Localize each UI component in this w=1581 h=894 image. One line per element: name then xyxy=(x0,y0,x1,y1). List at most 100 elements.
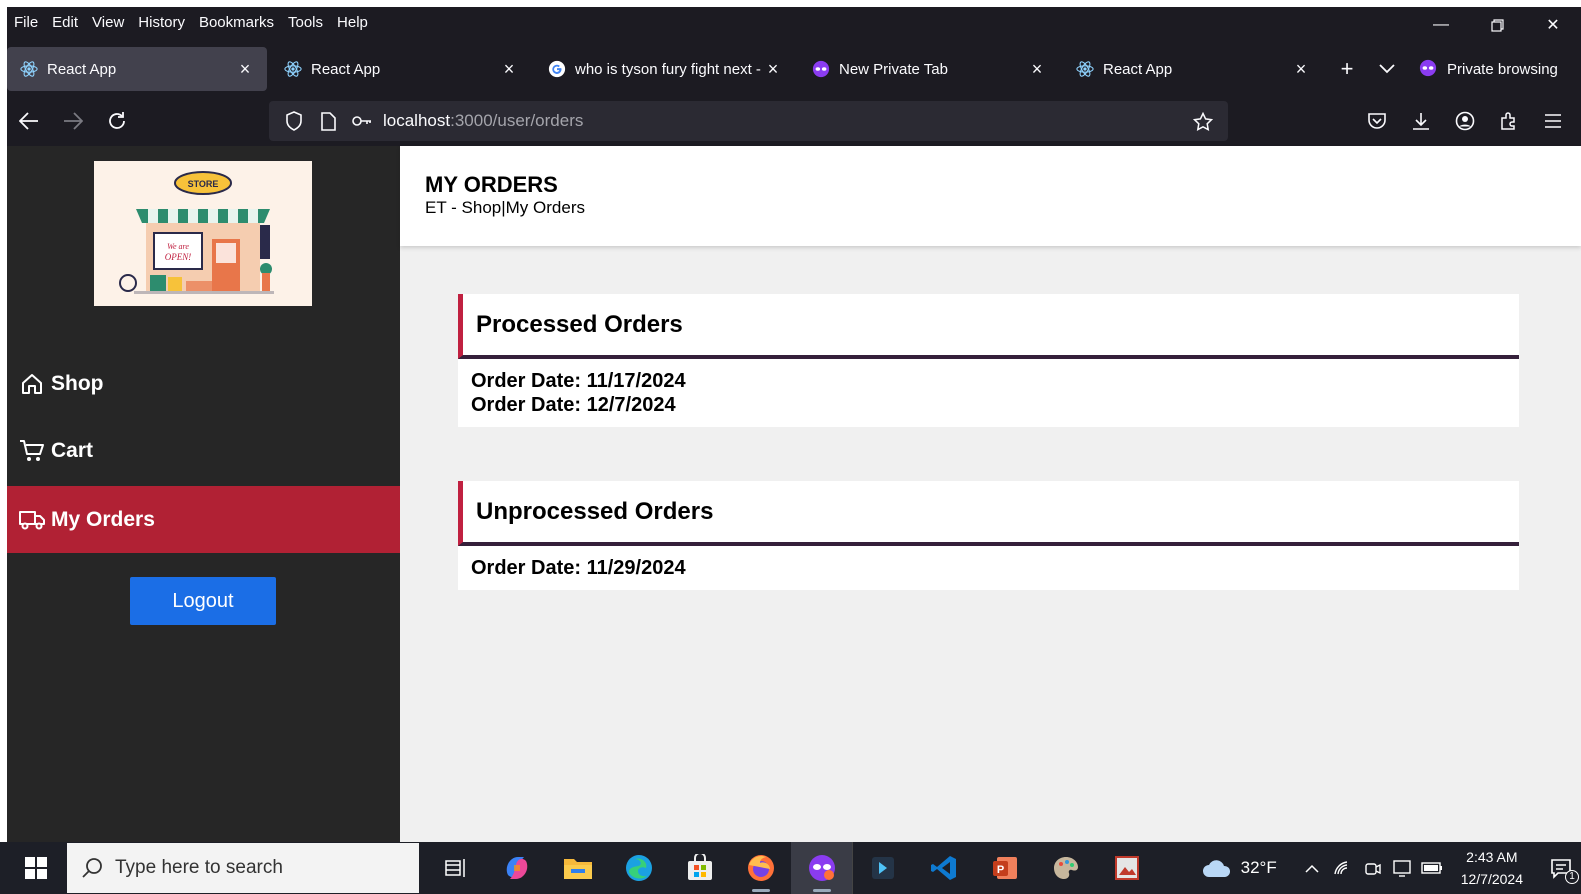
weather-widget[interactable]: 32°F xyxy=(1201,858,1277,878)
display-icon[interactable] xyxy=(1387,853,1417,883)
store-logo[interactable]: STORE We are OPEN! xyxy=(94,161,312,306)
windows-taskbar: Type here to search P 32°F 2:43 AM 12/7/… xyxy=(0,842,1581,894)
menu-history[interactable]: History xyxy=(138,14,185,31)
browser-window: File Edit View History Bookmarks Tools H… xyxy=(7,7,1581,146)
svg-text:OPEN!: OPEN! xyxy=(165,252,192,262)
hamburger-menu-icon[interactable] xyxy=(1531,101,1575,141)
url-text: localhost:3000/user/orders xyxy=(383,111,583,131)
tab-title: who is tyson fury fight next - xyxy=(575,60,761,78)
order-date[interactable]: Order Date: 11/17/2024 xyxy=(471,369,1506,393)
private-mask-icon xyxy=(1419,59,1439,79)
firefox-private-icon[interactable] xyxy=(791,842,852,894)
shield-icon[interactable] xyxy=(277,106,311,136)
chevron-down-icon[interactable] xyxy=(1367,51,1407,87)
toolbar-right xyxy=(1355,101,1575,141)
sidebar-item-my-orders[interactable]: My Orders xyxy=(7,486,400,553)
close-tab-icon[interactable]: × xyxy=(1291,59,1311,79)
new-tab-icon[interactable]: + xyxy=(1327,51,1367,87)
weather-temperature: 32°F xyxy=(1240,858,1277,877)
firefox-icon[interactable] xyxy=(730,842,791,894)
system-tray: 32°F 2:43 AM 12/7/2024 1 xyxy=(1201,842,1581,894)
close-window-icon[interactable]: ✕ xyxy=(1525,7,1581,43)
sidebar-item-cart[interactable]: Cart xyxy=(7,417,400,484)
search-icon xyxy=(79,855,105,881)
tab-title: React App xyxy=(311,60,381,78)
private-browsing-indicator: Private browsing xyxy=(1419,59,1558,79)
order-date[interactable]: Order Date: 11/29/2024 xyxy=(471,556,1506,580)
tab-react-app-1[interactable]: React App × xyxy=(7,47,267,91)
page-header: MY ORDERS ET - Shop|My Orders xyxy=(400,146,1581,246)
notification-icon[interactable]: 1 xyxy=(1541,848,1581,888)
battery-icon[interactable] xyxy=(1417,853,1447,883)
tab-title: React App xyxy=(1103,60,1173,78)
powerpoint-icon[interactable]: P xyxy=(974,842,1035,894)
taskbar-clock[interactable]: 2:43 AM 12/7/2024 xyxy=(1461,846,1523,890)
order-list: Order Date: 11/29/2024 xyxy=(458,546,1519,590)
page-icon[interactable] xyxy=(311,106,345,136)
menu-bookmarks[interactable]: Bookmarks xyxy=(199,14,274,31)
key-icon[interactable] xyxy=(345,106,379,136)
meet-now-icon[interactable] xyxy=(1357,853,1387,883)
breadcrumb: ET - Shop|My Orders xyxy=(425,198,585,217)
menu-file[interactable]: File xyxy=(14,14,38,31)
url-bar[interactable]: localhost:3000/user/orders xyxy=(269,101,1228,141)
account-icon[interactable] xyxy=(1443,101,1487,141)
menu-help[interactable]: Help xyxy=(337,14,368,31)
wifi-icon[interactable] xyxy=(1327,853,1357,883)
forward-icon[interactable] xyxy=(51,101,95,141)
task-view-icon[interactable] xyxy=(425,842,486,894)
window-controls: — ✕ xyxy=(1413,7,1581,43)
tab-react-app-3[interactable]: React App × xyxy=(1063,47,1323,91)
section-title: Processed Orders xyxy=(458,294,1519,359)
logo-sign-text: STORE xyxy=(188,179,219,189)
private-mask-icon xyxy=(811,59,831,79)
star-icon[interactable] xyxy=(1186,107,1220,137)
pocket-icon[interactable] xyxy=(1355,101,1399,141)
private-browsing-label: Private browsing xyxy=(1447,60,1558,78)
vscode-icon[interactable] xyxy=(913,842,974,894)
google-icon xyxy=(547,59,567,79)
navigation-bar: localhost:3000/user/orders xyxy=(7,95,1581,146)
taskbar-search-input[interactable]: Type here to search xyxy=(67,843,419,893)
file-explorer-icon[interactable] xyxy=(547,842,608,894)
logout-button[interactable]: Logout xyxy=(130,577,276,625)
restore-icon[interactable] xyxy=(1469,7,1525,43)
order-list: Order Date: 11/17/2024 Order Date: 12/7/… xyxy=(458,359,1519,427)
url-host: localhost xyxy=(383,111,451,130)
truck-icon xyxy=(19,507,45,533)
menu-bar: File Edit View History Bookmarks Tools H… xyxy=(7,7,1581,37)
menu-tools[interactable]: Tools xyxy=(288,14,323,31)
windows-start-icon[interactable] xyxy=(14,850,58,886)
cart-icon xyxy=(19,438,45,464)
tab-google-search[interactable]: who is tyson fury fight next - × xyxy=(535,47,795,91)
notification-count-badge: 1 xyxy=(1565,870,1579,884)
vm-app-icon[interactable] xyxy=(852,842,913,894)
back-icon[interactable] xyxy=(7,101,51,141)
microsoft-store-icon[interactable] xyxy=(669,842,730,894)
image-viewer-icon[interactable] xyxy=(1096,842,1157,894)
clock-time: 2:43 AM xyxy=(1466,849,1518,865)
paint-icon[interactable] xyxy=(1035,842,1096,894)
sidebar-item-shop[interactable]: Shop xyxy=(7,350,400,417)
minimize-icon[interactable]: — xyxy=(1413,7,1469,43)
close-tab-icon[interactable]: × xyxy=(499,59,519,79)
menu-view[interactable]: View xyxy=(92,14,124,31)
copilot-icon[interactable] xyxy=(486,842,547,894)
order-date[interactable]: Order Date: 12/7/2024 xyxy=(471,393,1506,417)
edge-icon[interactable] xyxy=(608,842,669,894)
tab-new-private[interactable]: New Private Tab × xyxy=(799,47,1059,91)
taskbar-apps: P xyxy=(425,842,1157,894)
clock-date: 12/7/2024 xyxy=(1460,871,1523,887)
download-icon[interactable] xyxy=(1399,101,1443,141)
close-tab-icon[interactable]: × xyxy=(1027,59,1047,79)
sidebar-item-label: Shop xyxy=(51,371,104,395)
tab-react-app-2[interactable]: React App × xyxy=(271,47,531,91)
tab-actions: + xyxy=(1327,51,1407,87)
reload-icon[interactable] xyxy=(95,101,139,141)
close-tab-icon[interactable]: × xyxy=(235,59,255,79)
url-path: :3000/user/orders xyxy=(450,111,584,130)
chevron-up-icon[interactable] xyxy=(1297,853,1327,883)
menu-edit[interactable]: Edit xyxy=(52,14,78,31)
close-tab-icon[interactable]: × xyxy=(763,59,783,79)
extensions-icon[interactable] xyxy=(1487,101,1531,141)
